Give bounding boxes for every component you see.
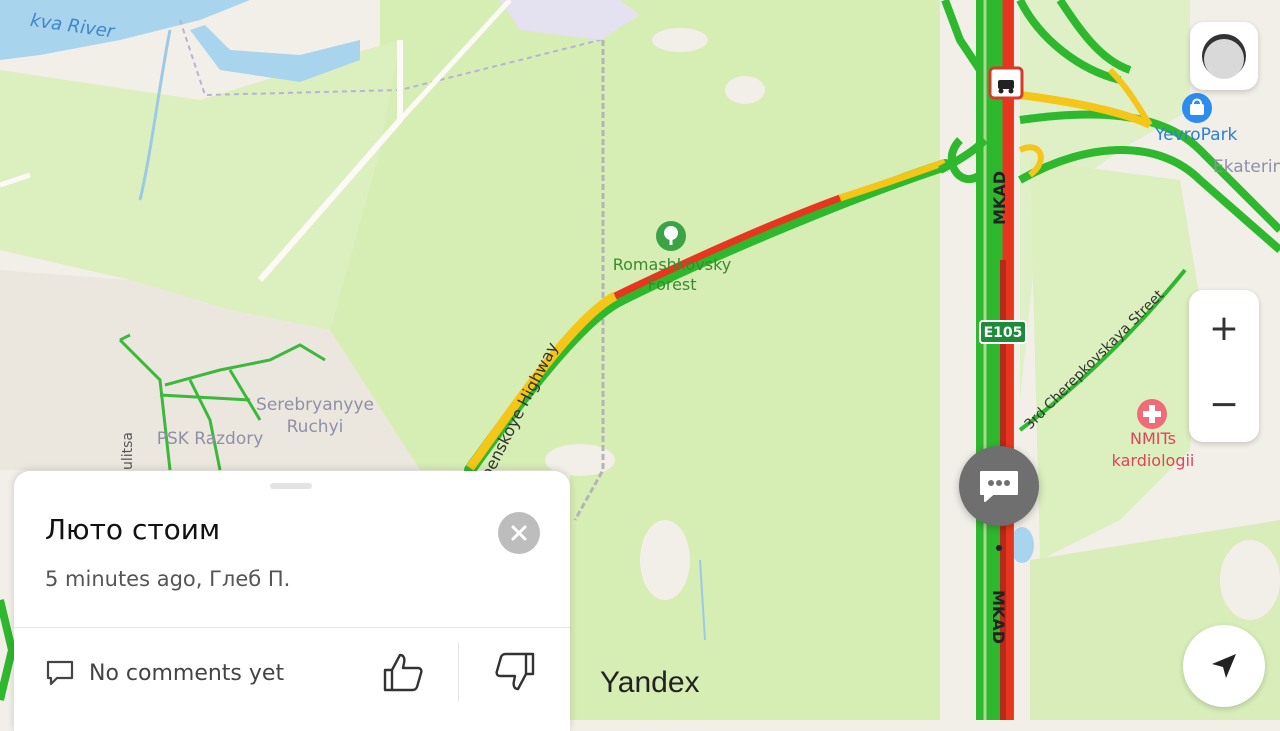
medical-cross-icon[interactable] [1137, 399, 1167, 429]
road-event-chat-button[interactable] [959, 446, 1039, 526]
thumbs-down-icon [495, 652, 535, 691]
event-meta: 5 minutes ago, Глеб П. [45, 567, 291, 591]
nmits-label: NMITs [1130, 429, 1176, 448]
zoom-in-button[interactable]: + [1189, 290, 1259, 366]
locality-label-2: Ruchyi [287, 417, 344, 437]
forest-poi[interactable] [656, 221, 686, 251]
locality-label: Serebryanyye [256, 395, 374, 415]
clearing [652, 28, 708, 52]
user-location-dot [996, 545, 1002, 551]
close-button[interactable] [498, 512, 540, 554]
layers-button[interactable] [1190, 22, 1258, 90]
zoom-out-button[interactable]: − [1189, 366, 1259, 442]
clearing [1220, 540, 1280, 620]
comments-link[interactable]: No comments yet [45, 659, 284, 687]
clearing [725, 76, 765, 104]
thumbs-up-icon [383, 653, 423, 692]
divider [14, 627, 570, 628]
forest-label-2: Forest [647, 275, 696, 294]
drag-handle[interactable] [270, 483, 312, 489]
my-location-button[interactable] [1183, 625, 1265, 707]
vote-separator [458, 643, 459, 701]
dislike-button[interactable] [492, 649, 538, 695]
shopping-bag-icon[interactable] [1182, 93, 1212, 123]
kardiologii-label: kardiologii [1112, 451, 1195, 470]
route-badge-label: E105 [984, 325, 1023, 341]
like-button[interactable] [380, 649, 426, 695]
clearing [640, 520, 690, 600]
comments-label: No comments yet [89, 660, 285, 686]
chat-bubble-icon [980, 471, 1018, 502]
yandex-watermark: Yandex [600, 666, 700, 699]
yevropark-label: YevroPark [1154, 125, 1238, 145]
event-title: Люто стоим [45, 513, 221, 546]
zoom-controls: + − [1189, 290, 1259, 442]
close-icon [511, 525, 527, 541]
mkad-label: MKAD [990, 171, 1009, 225]
traffic-layer-icon [1202, 34, 1246, 79]
navigation-arrow-icon [1212, 654, 1236, 678]
comment-icon [46, 660, 74, 686]
ekaterin-label: Ekaterin [1213, 157, 1280, 177]
psk-label: PSK Razdory [157, 429, 264, 449]
forest-label: Romashkovsky [613, 255, 732, 274]
accident-icon[interactable] [988, 66, 1024, 100]
street-label: ulitsa [120, 432, 136, 470]
route-badge-e105: E105 [979, 320, 1027, 344]
mkad-label-2: MKAD [989, 590, 1008, 644]
road-event-card: Люто стоим 5 minutes ago, Глеб П. No com… [14, 471, 570, 731]
